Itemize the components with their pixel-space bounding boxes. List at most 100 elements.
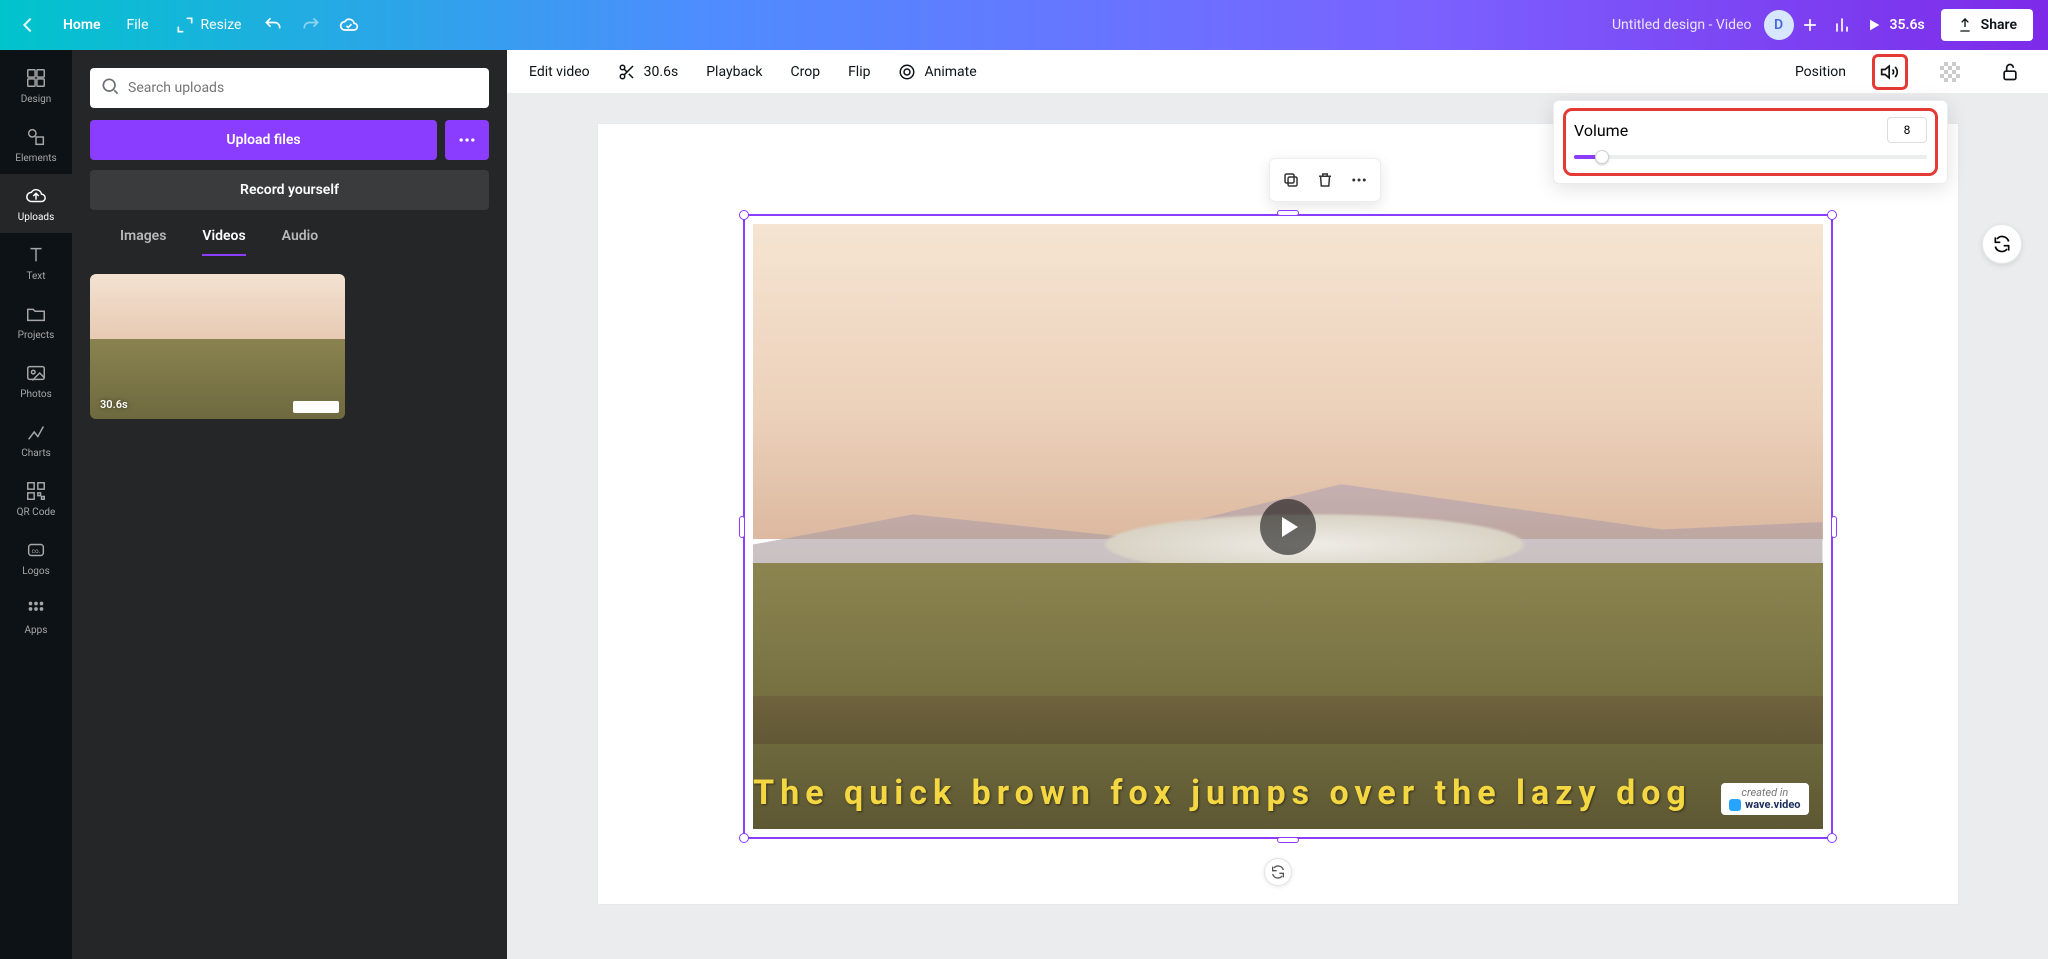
position-button[interactable]: Position: [1795, 64, 1846, 80]
canvas-zone[interactable]: The quick brown fox jumps over the lazy …: [507, 94, 2048, 959]
rail-label: Apps: [25, 625, 48, 636]
upload-thumbnail[interactable]: 30.6s: [90, 274, 345, 419]
rail-text[interactable]: Text: [0, 233, 72, 292]
qrcode-icon: [24, 479, 48, 503]
resize-handle-tr[interactable]: [1827, 210, 1837, 220]
delete-button[interactable]: [1310, 165, 1340, 195]
refresh-icon: [1270, 864, 1286, 880]
rail-logos[interactable]: co. Logos: [0, 528, 72, 587]
context-toolbar: [1269, 158, 1381, 202]
edit-video-button[interactable]: Edit video: [529, 64, 590, 80]
slider-knob[interactable]: [1595, 150, 1609, 164]
record-label: Record yourself: [240, 182, 339, 198]
upload-files-label: Upload files: [226, 132, 300, 148]
volume-slider[interactable]: [1574, 155, 1927, 159]
photos-icon: [24, 361, 48, 385]
resize-handle-mb[interactable]: [1277, 837, 1299, 843]
rail-apps[interactable]: Apps: [0, 587, 72, 646]
rail-uploads[interactable]: Uploads: [0, 174, 72, 233]
avatar-letter: D: [1774, 17, 1783, 33]
share-button[interactable]: Share: [1941, 9, 2033, 41]
resize-handle-bl[interactable]: [739, 833, 749, 843]
animate-icon: [898, 63, 916, 81]
file-menu[interactable]: File: [117, 11, 159, 39]
add-member-button[interactable]: [1794, 9, 1826, 41]
volume-value-input[interactable]: [1887, 117, 1927, 143]
tab-audio[interactable]: Audio: [282, 228, 319, 256]
volume-button[interactable]: [1874, 56, 1906, 88]
tab-videos[interactable]: Videos: [202, 228, 245, 256]
copy-icon: [1282, 171, 1300, 189]
rail-projects[interactable]: Projects: [0, 292, 72, 351]
record-yourself-button[interactable]: Record yourself: [90, 170, 489, 210]
duplicate-button[interactable]: [1276, 165, 1306, 195]
svg-text:co.: co.: [32, 547, 41, 555]
play-icon: [1866, 17, 1882, 33]
redo-icon: [301, 15, 321, 35]
resize-label: Resize: [201, 17, 242, 33]
resize-handle-mr[interactable]: [1831, 516, 1837, 538]
tab-images[interactable]: Images: [120, 228, 166, 256]
search-icon: [100, 76, 120, 100]
design-icon: [24, 66, 48, 90]
uploads-panel: Upload files Record yourself Images Vide…: [72, 50, 507, 959]
more-actions-button[interactable]: [1344, 165, 1374, 195]
canvas-play-button[interactable]: [1260, 499, 1316, 555]
undo-button[interactable]: [257, 9, 289, 41]
animate-button[interactable]: Animate: [898, 63, 976, 81]
lock-open-icon: [2000, 62, 2020, 82]
rail-label: Text: [26, 271, 45, 282]
rail-design[interactable]: Design: [0, 56, 72, 115]
nav-back-button[interactable]: [15, 14, 47, 36]
video-element[interactable]: The quick brown fox jumps over the lazy …: [753, 224, 1823, 829]
playback-button[interactable]: Playback: [706, 64, 762, 80]
transparency-button[interactable]: [1934, 56, 1966, 88]
rail-label: Logos: [22, 566, 50, 577]
resize-handle-mt[interactable]: [1277, 210, 1299, 216]
document-title[interactable]: Untitled design - Video: [1612, 17, 1752, 33]
rail-charts[interactable]: Charts: [0, 410, 72, 469]
uploads-icon: [24, 184, 48, 208]
rail-label: Design: [21, 94, 52, 105]
rail-label: Photos: [20, 389, 52, 400]
upload-more-button[interactable]: [445, 120, 489, 160]
trash-icon: [1316, 171, 1334, 189]
charts-icon: [24, 420, 48, 444]
elements-icon: [24, 125, 48, 149]
dots-horizontal-icon: [457, 130, 477, 150]
rail-qrcode[interactable]: QR Code: [0, 469, 72, 528]
rail-elements[interactable]: Elements: [0, 115, 72, 174]
resize-handle-ml[interactable]: [739, 516, 745, 538]
rail-photos[interactable]: Photos: [0, 351, 72, 410]
cloud-status-button[interactable]: [333, 9, 365, 41]
resize-handle-tl[interactable]: [739, 210, 749, 220]
resize-handle-br[interactable]: [1827, 833, 1837, 843]
cloud-check-icon: [339, 15, 359, 35]
rail-label: Projects: [18, 330, 55, 341]
crop-button[interactable]: Crop: [790, 64, 820, 80]
lock-button[interactable]: [1994, 56, 2026, 88]
upload-files-button[interactable]: Upload files: [90, 120, 437, 160]
thumbnail-watermark: [293, 401, 339, 413]
flip-button[interactable]: Flip: [848, 64, 870, 80]
redo-button[interactable]: [295, 9, 327, 41]
search-input[interactable]: [128, 80, 479, 96]
resize-icon: [175, 15, 195, 35]
regenerate-button[interactable]: [1982, 224, 2022, 264]
canvas-page[interactable]: The quick brown fox jumps over the lazy …: [598, 124, 1958, 904]
sync-button[interactable]: [1264, 858, 1292, 886]
projects-icon: [24, 302, 48, 326]
plus-icon: [1800, 15, 1820, 35]
insights-button[interactable]: [1826, 9, 1858, 41]
play-icon: [1282, 517, 1298, 537]
selected-element-frame[interactable]: The quick brown fox jumps over the lazy …: [743, 214, 1833, 839]
resize-menu[interactable]: Resize: [165, 9, 252, 41]
user-avatar[interactable]: D: [1764, 10, 1794, 40]
side-rail: Design Elements Uploads Text Projects Ph…: [0, 50, 72, 959]
preview-play-button[interactable]: 35.6s: [1858, 17, 1933, 33]
undo-icon: [263, 15, 283, 35]
home-button[interactable]: Home: [53, 11, 111, 39]
scissors-icon: [618, 63, 636, 81]
video-caption: The quick brown fox jumps over the lazy …: [753, 773, 1693, 813]
clip-trim-button[interactable]: 30.6s: [618, 63, 679, 81]
